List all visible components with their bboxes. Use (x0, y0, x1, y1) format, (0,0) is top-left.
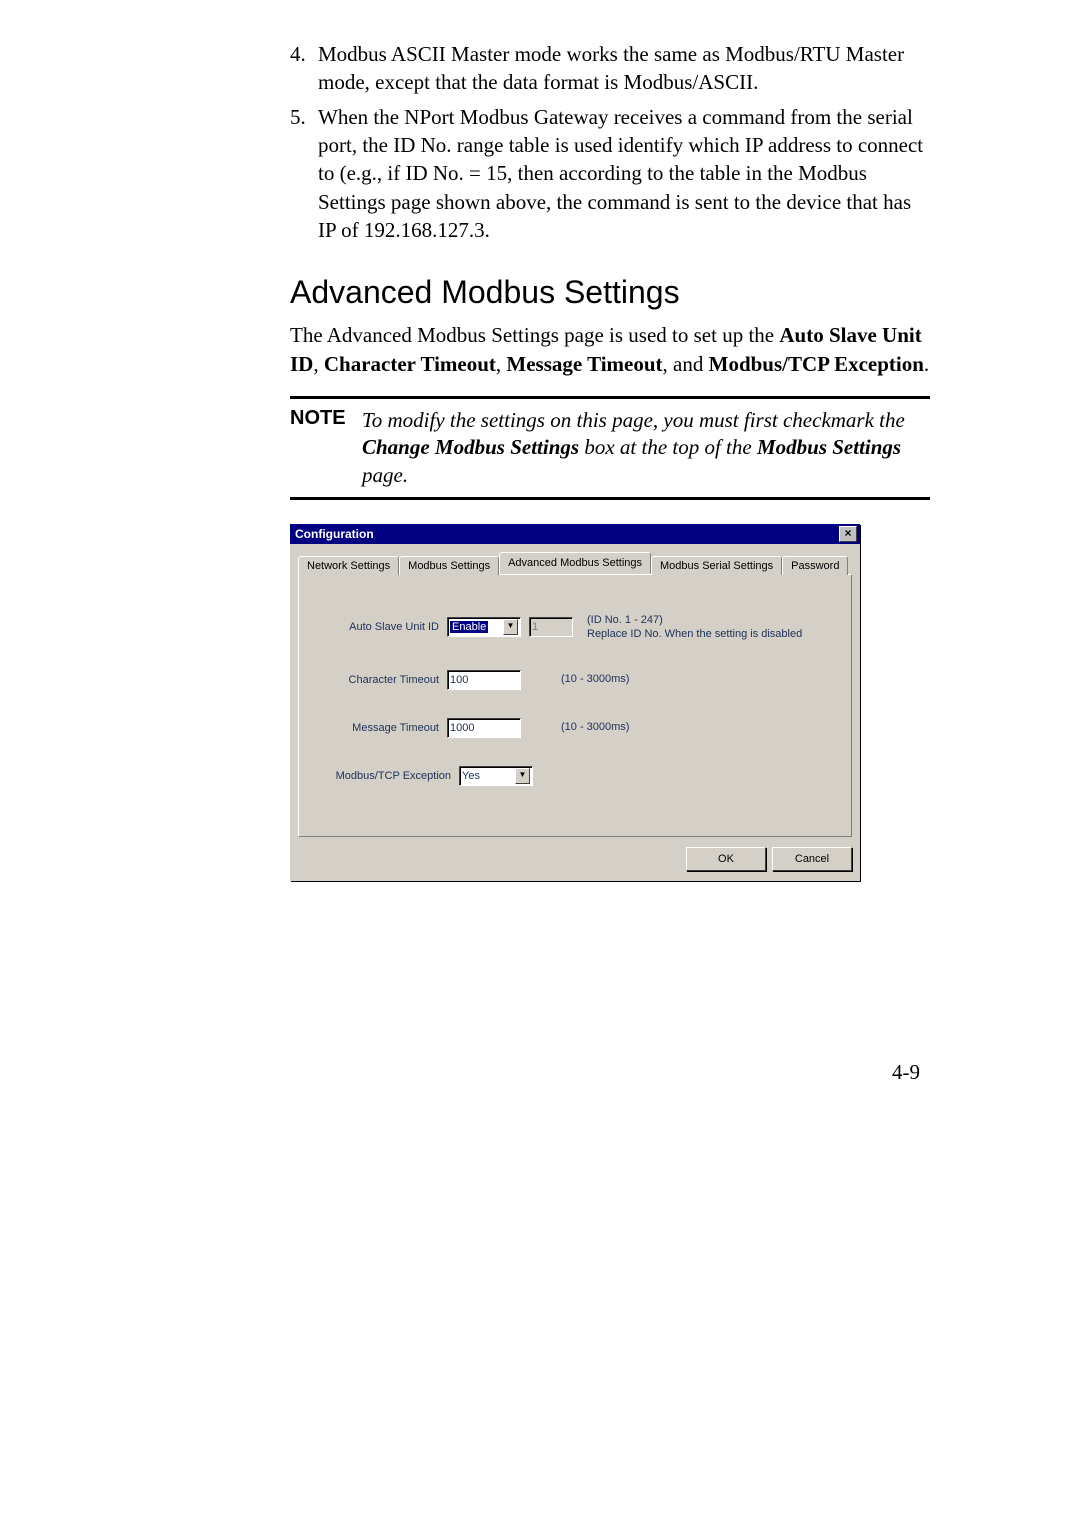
intro-text: , (496, 352, 507, 376)
dialog-title: Configuration (295, 527, 374, 541)
auto-slave-unit-id-select[interactable]: Enable ▼ (447, 617, 521, 637)
close-button[interactable]: × (839, 526, 857, 542)
ok-button[interactable]: OK (686, 847, 766, 871)
tab-password[interactable]: Password (782, 556, 848, 575)
input-value: 1000 (450, 722, 474, 734)
input-value: 100 (450, 674, 468, 686)
select-value: Enable (450, 621, 488, 633)
list-number: 5. (290, 103, 318, 245)
hint-line: Replace ID No. When the setting is disab… (587, 627, 802, 641)
note-bold-italic: Change Modbus Settings (362, 435, 579, 459)
message-timeout-hint: (10 - 3000ms) (561, 720, 629, 734)
chevron-down-icon: ▼ (515, 768, 530, 784)
hint-line: (ID No. 1 - 247) (587, 613, 802, 627)
tab-panel: Auto Slave Unit ID Enable ▼ 1 (ID No. 1 … (298, 574, 852, 837)
intro-paragraph: The Advanced Modbus Settings page is use… (290, 321, 930, 378)
note-bold-italic: Modbus Settings (757, 435, 901, 459)
chevron-down-icon: ▼ (503, 619, 518, 635)
list-text: When the NPort Modbus Gateway receives a… (318, 103, 930, 245)
label-auto-slave-unit-id: Auto Slave Unit ID (329, 621, 447, 633)
row-character-timeout: Character Timeout 100 (10 - 3000ms) (329, 670, 831, 690)
note-span: To modify the settings on this page, you… (362, 408, 905, 432)
dialog-titlebar: Configuration × (290, 524, 860, 544)
section-heading: Advanced Modbus Settings (290, 274, 930, 311)
tab-modbus-settings[interactable]: Modbus Settings (399, 556, 499, 575)
character-timeout-hint: (10 - 3000ms) (561, 672, 629, 686)
tab-advanced-modbus-settings[interactable]: Advanced Modbus Settings (499, 552, 651, 574)
numbered-list: 4. Modbus ASCII Master mode works the sa… (290, 40, 930, 244)
modbus-tcp-exception-select[interactable]: Yes ▼ (459, 766, 533, 786)
select-value: Yes (462, 770, 480, 782)
page-number: 4-9 (892, 1060, 920, 1085)
label-modbus-tcp-exception: Modbus/TCP Exception (329, 770, 459, 782)
intro-bold: Character Timeout (324, 352, 496, 376)
auto-slave-hint: (ID No. 1 - 247) Replace ID No. When the… (587, 613, 802, 642)
list-item: 4. Modbus ASCII Master mode works the sa… (290, 40, 930, 97)
label-message-timeout: Message Timeout (329, 722, 447, 734)
note-span: page. (362, 463, 408, 487)
tab-modbus-serial-settings[interactable]: Modbus Serial Settings (651, 556, 782, 575)
cancel-button[interactable]: Cancel (772, 847, 852, 871)
close-icon: × (844, 526, 851, 540)
note-label: NOTE (290, 407, 362, 430)
intro-text: . (924, 352, 929, 376)
row-message-timeout: Message Timeout 1000 (10 - 3000ms) (329, 718, 831, 738)
row-modbus-tcp-exception: Modbus/TCP Exception Yes ▼ (329, 766, 831, 786)
character-timeout-input[interactable]: 100 (447, 670, 521, 690)
tab-network-settings[interactable]: Network Settings (298, 556, 399, 575)
dialog-button-row: OK Cancel (298, 837, 852, 871)
input-value: 1 (532, 621, 538, 633)
list-item: 5. When the NPort Modbus Gateway receive… (290, 103, 930, 245)
label-character-timeout: Character Timeout (329, 674, 447, 686)
note-box: NOTE To modify the settings on this page… (290, 396, 930, 500)
tab-strip: Network Settings Modbus Settings Advance… (298, 552, 852, 574)
configuration-dialog: Configuration × Network Settings Modbus … (290, 524, 860, 881)
list-number: 4. (290, 40, 318, 97)
row-auto-slave-unit-id: Auto Slave Unit ID Enable ▼ 1 (ID No. 1 … (329, 613, 831, 642)
intro-text: , (313, 352, 324, 376)
intro-bold: Message Timeout (506, 352, 662, 376)
note-text: To modify the settings on this page, you… (362, 407, 930, 489)
intro-text: The Advanced Modbus Settings page is use… (290, 323, 779, 347)
intro-text: , and (663, 352, 709, 376)
auto-slave-id-input: 1 (529, 617, 573, 637)
list-text: Modbus ASCII Master mode works the same … (318, 40, 930, 97)
note-span: box at the top of the (579, 435, 757, 459)
intro-bold: Modbus/TCP Exception (709, 352, 924, 376)
message-timeout-input[interactable]: 1000 (447, 718, 521, 738)
